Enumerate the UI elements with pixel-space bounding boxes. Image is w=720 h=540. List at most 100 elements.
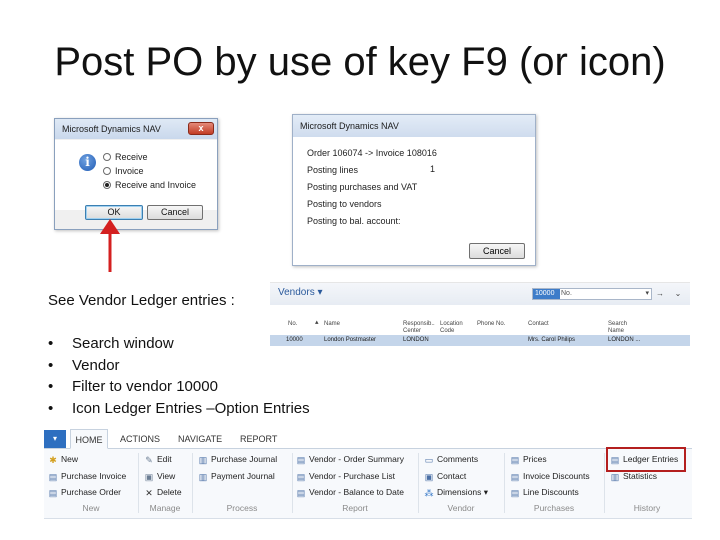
option-invoice[interactable]: Invoice xyxy=(103,165,144,177)
column-header-contact[interactable]: Contact xyxy=(528,321,549,328)
progress-line-posting-lines: Posting lines xyxy=(307,165,359,175)
tab-report[interactable]: REPORT xyxy=(240,429,277,449)
cell-name: London Postmaster xyxy=(324,337,377,343)
radio-icon[interactable] xyxy=(103,167,111,175)
search-selected-text: 10000 xyxy=(533,289,560,299)
info-icon: i xyxy=(79,154,96,171)
search-field-label: No. xyxy=(561,290,572,297)
vendors-header: Vendors ▾ 10000 No. ▾ → ⌄ xyxy=(270,283,690,305)
option-receive[interactable]: Receive xyxy=(103,151,148,163)
group-separator xyxy=(292,453,293,513)
close-button[interactable]: x xyxy=(188,122,214,135)
journal-icon: ▥ xyxy=(198,455,208,465)
prices-button[interactable]: ▤ Prices xyxy=(510,452,547,466)
column-header-responsibility-center[interactable]: Responsib.. Center xyxy=(403,321,435,335)
purchase-invoice-button[interactable]: ▤ Purchase Invoice xyxy=(48,469,126,483)
document-icon: ▤ xyxy=(48,488,58,498)
column-header-phone[interactable]: Phone No. xyxy=(477,321,505,328)
radio-icon[interactable] xyxy=(103,153,111,161)
progress-line-purchases-vat: Posting purchases and VAT xyxy=(307,182,418,192)
statistics-icon: ▥ xyxy=(610,472,620,482)
bullet-item: • Filter to vendor 10000 xyxy=(48,378,218,395)
slide-title: Post PO by use of key F9 (or icon) xyxy=(54,40,666,84)
group-label-new: New xyxy=(82,503,100,513)
contact-icon: ▣ xyxy=(424,472,434,482)
ribbon-tabs: ▾ HOME ACTIONS NAVIGATE REPORT xyxy=(44,429,692,449)
group-label-purchases: Purchases xyxy=(533,503,575,513)
dialog-title: Microsoft Dynamics NAV xyxy=(293,115,535,137)
contact-button[interactable]: ▣ Contact xyxy=(424,469,467,483)
ledger-icon: ▤ xyxy=(610,455,620,465)
tab-navigate[interactable]: NAVIGATE xyxy=(178,429,222,449)
column-header-no[interactable]: No. xyxy=(288,321,297,328)
new-icon: ✱ xyxy=(49,455,57,465)
app-menu-button[interactable]: ▾ xyxy=(44,430,66,448)
red-arrow-icon xyxy=(100,219,120,272)
ledger-entries-button[interactable]: ▤ Ledger Entries xyxy=(610,452,679,466)
sort-icon: ▴ xyxy=(315,319,319,326)
ribbon: ▾ HOME ACTIONS NAVIGATE REPORT ✱ New ▤ Pur… xyxy=(44,429,692,519)
search-go-icon[interactable]: → xyxy=(654,288,666,300)
cancel-button[interactable]: Cancel xyxy=(469,243,525,259)
delete-button[interactable]: ✕ Delete xyxy=(144,485,181,499)
group-separator xyxy=(138,453,139,513)
vendors-title: Vendors ▾ xyxy=(278,287,323,298)
cell-no: 10000 xyxy=(286,337,303,343)
vendors-search-input[interactable]: 10000 No. ▾ xyxy=(532,288,652,300)
radio-selected-icon[interactable] xyxy=(103,181,111,189)
tab-actions[interactable]: ACTIONS xyxy=(120,429,160,449)
chevron-down-icon[interactable]: ⌄ xyxy=(672,288,684,300)
comments-button[interactable]: ▭ Comments xyxy=(424,452,478,466)
posting-progress-dialog: Microsoft Dynamics NAV Order 106074 -> I… xyxy=(292,114,536,266)
vendor-balance-to-date-button[interactable]: ▤ Vendor - Balance to Date xyxy=(296,485,404,499)
discount-icon: ▤ xyxy=(510,472,520,482)
column-header-location-code[interactable]: Location Code xyxy=(440,321,468,335)
dialog-titlebar: Microsoft Dynamics NAV x xyxy=(55,119,217,139)
report-icon: ▤ xyxy=(296,488,306,498)
group-separator xyxy=(504,453,505,513)
view-button[interactable]: ▣ View xyxy=(144,469,176,483)
group-label-report: Report xyxy=(342,503,368,513)
option-receive-and-invoice[interactable]: Receive and Invoice xyxy=(103,179,196,191)
group-label-process: Process xyxy=(226,503,258,513)
report-icon: ▤ xyxy=(296,472,306,482)
dimensions-button[interactable]: ⁂ Dimensions ▾ xyxy=(424,485,489,499)
group-separator xyxy=(192,453,193,513)
payment-journal-button[interactable]: ▥ Payment Journal xyxy=(198,469,275,483)
vendor-purchase-list-button[interactable]: ▤ Vendor - Purchase List xyxy=(296,469,395,483)
group-label-history: History xyxy=(633,503,661,513)
dimensions-icon: ⁂ xyxy=(424,488,434,498)
delete-icon: ✕ xyxy=(145,488,153,498)
column-header-name[interactable]: Name xyxy=(324,321,340,328)
group-label-manage: Manage xyxy=(149,503,181,513)
purchase-journal-button[interactable]: ▥ Purchase Journal xyxy=(198,452,277,466)
post-options-dialog: Microsoft Dynamics NAV x i Receive Invoi… xyxy=(54,118,218,230)
cancel-button[interactable]: Cancel xyxy=(147,205,203,220)
purchase-order-button[interactable]: ▤ Purchase Order xyxy=(48,485,121,499)
cell-contact: Mrs. Carol Philips xyxy=(528,337,576,343)
dialog-body: i Receive Invoice Receive and Invoice xyxy=(55,140,217,210)
posting-lines-value: 1 xyxy=(430,164,436,174)
bullet-item: • Vendor xyxy=(48,357,120,374)
invoice-discounts-button[interactable]: ▤ Invoice Discounts xyxy=(510,469,590,483)
vendor-order-summary-button[interactable]: ▤ Vendor - Order Summary xyxy=(296,452,404,466)
bullet-item: • Icon Ledger Entries –Option Entries xyxy=(48,400,310,417)
edit-button[interactable]: ✎ Edit xyxy=(144,452,171,466)
see-vendor-text: See Vendor Ledger entries : xyxy=(48,292,235,309)
document-icon: ▤ xyxy=(48,472,58,482)
group-separator xyxy=(604,453,605,513)
journal-icon: ▥ xyxy=(198,472,208,482)
report-icon: ▤ xyxy=(296,455,306,465)
statistics-button[interactable]: ▥ Statistics xyxy=(610,469,657,483)
tab-home[interactable]: HOME xyxy=(70,429,108,449)
line-discounts-button[interactable]: ▤ Line Discounts xyxy=(510,485,579,499)
progress-line-vendors: Posting to vendors xyxy=(307,199,382,209)
cell-responsibility-center: LONDON xyxy=(403,337,429,343)
column-header-search-name[interactable]: Search Name xyxy=(608,321,638,335)
view-icon: ▣ xyxy=(144,472,154,482)
group-separator xyxy=(418,453,419,513)
chevron-down-icon[interactable]: ▾ xyxy=(645,289,649,299)
group-label-vendor: Vendor xyxy=(447,503,475,513)
vendors-list: Vendors ▾ 10000 No. ▾ → ⌄ No. ▴ Name Res… xyxy=(270,282,690,346)
new-button[interactable]: ✱ New xyxy=(48,452,78,466)
